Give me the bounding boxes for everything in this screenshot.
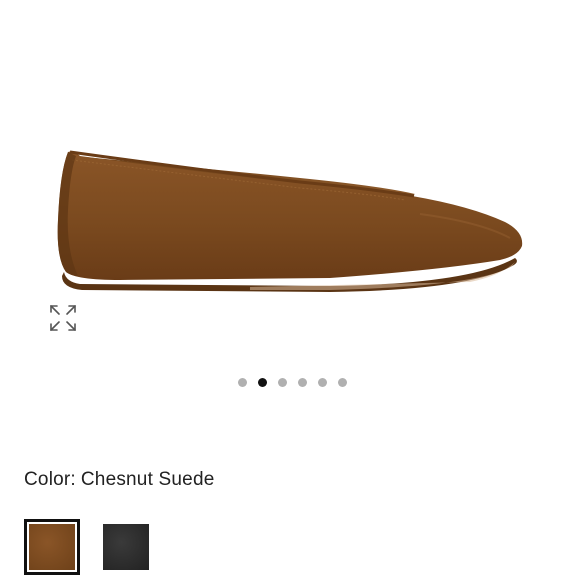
gallery-dot-4[interactable] xyxy=(297,378,307,387)
color-label: Color: xyxy=(24,469,76,490)
color-value: Chesnut Suede xyxy=(80,469,215,490)
gallery-dot-1[interactable] xyxy=(237,378,247,387)
shoe-illustration xyxy=(57,150,523,292)
gallery-dot-2[interactable] xyxy=(257,378,267,387)
color-swatches xyxy=(24,519,154,575)
color-selection-label: Color: Chesnut Suede xyxy=(24,469,214,491)
product-image[interactable] xyxy=(0,0,580,360)
gallery-dot-6[interactable] xyxy=(337,378,347,387)
swatch-black[interactable] xyxy=(98,519,154,575)
swatch-chesnut-fill xyxy=(29,524,75,570)
gallery-dot-5[interactable] xyxy=(317,378,327,387)
gallery-dot-3[interactable] xyxy=(277,378,287,387)
product-page: Color: Chesnut Suede xyxy=(0,0,580,580)
expand-icon[interactable] xyxy=(47,302,79,334)
expand-arrows-icon xyxy=(50,305,76,331)
gallery-pagination xyxy=(0,378,580,390)
swatch-black-fill xyxy=(103,524,149,570)
swatch-chesnut-suede[interactable] xyxy=(24,519,80,575)
